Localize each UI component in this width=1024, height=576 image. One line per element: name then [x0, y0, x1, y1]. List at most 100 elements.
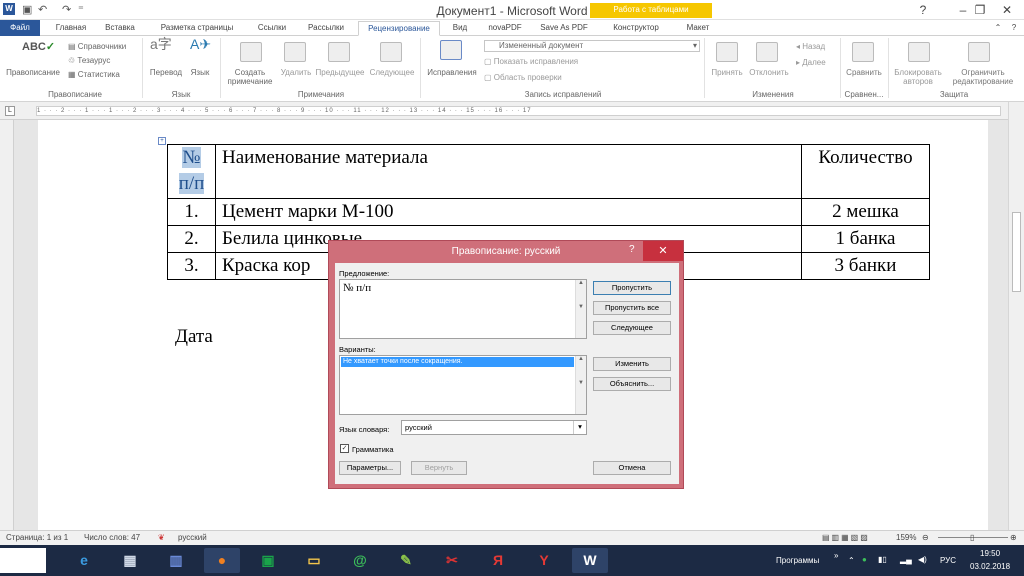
new-comment-button[interactable]: Создать примечание [226, 68, 274, 86]
store-icon[interactable]: ▣ [250, 548, 286, 573]
sentence-scrollbar[interactable]: ▲ ▼ [575, 280, 586, 338]
reject-button[interactable]: Отклонить [746, 68, 792, 77]
tab-mailings[interactable]: Рассылки [300, 21, 352, 36]
ie-icon[interactable]: e [66, 548, 102, 573]
row-num-cell[interactable]: 1. [167, 198, 216, 226]
tray-app-icon[interactable]: ● [862, 555, 867, 564]
yandex-browser-icon[interactable]: Y [526, 548, 562, 573]
dialog-help-icon[interactable]: ? [629, 244, 635, 255]
accept-button[interactable]: Принять [708, 68, 746, 77]
scroll-thumb[interactable] [1012, 212, 1021, 292]
page-count[interactable]: Страница: 1 из 1 [6, 533, 68, 542]
row-qty-cell[interactable]: 3 банки [801, 252, 930, 280]
next-comment-button[interactable]: Следующее [366, 68, 418, 77]
sentence-field[interactable]: № п/п ▲ ▼ [339, 279, 587, 339]
snipping-icon[interactable]: ✂ [434, 548, 470, 573]
network-icon[interactable]: ▮▯ [878, 555, 887, 564]
header-name-cell[interactable]: Наименование материала [215, 144, 802, 199]
change-button[interactable]: Изменить [593, 357, 671, 371]
row-num-cell[interactable]: 3. [167, 252, 216, 280]
variants-scrollbar[interactable]: ▲ ▼ [575, 356, 586, 414]
tab-saveaspdf[interactable]: Save As PDF [536, 21, 592, 36]
tab-constructor[interactable]: Конструктор [598, 21, 674, 36]
skip-all-button[interactable]: Пропустить все [593, 301, 671, 315]
tab-references[interactable]: Ссылки [250, 21, 294, 36]
stats-button[interactable]: ▦ Статистика [68, 70, 120, 79]
tab-layout[interactable]: Разметка страницы [152, 21, 242, 36]
firefox-icon[interactable]: ● [204, 548, 240, 573]
markup-select[interactable]: Измененный документ ▾ [484, 40, 700, 52]
yandex-icon[interactable]: Я [480, 548, 516, 573]
view-mode-icons[interactable]: ▤▥▦▧▨ [822, 533, 870, 542]
tab-home[interactable]: Главная [48, 21, 94, 36]
zoom-in-icon[interactable]: ⊕ [1010, 533, 1017, 542]
restrict-editing-button[interactable]: Ограничить редактирование [948, 68, 1018, 86]
row-name-cell[interactable]: Цемент марки М-100 [215, 198, 802, 226]
clock-date[interactable]: 03.02.2018 [970, 562, 1010, 571]
help-icon[interactable]: ? [908, 0, 938, 20]
volume-icon[interactable]: ◀) [918, 555, 927, 564]
tab-insert[interactable]: Вставка [98, 21, 142, 36]
review-pane-button[interactable]: ▢ Область проверки [484, 73, 562, 82]
research-button[interactable]: ▤ Справочники [68, 42, 126, 51]
track-changes-button[interactable]: Исправления [424, 68, 480, 77]
header-num-cell[interactable]: № п/п [167, 144, 216, 199]
thesaurus-button[interactable]: ♲ Тезаурус [68, 56, 110, 65]
tab-review[interactable]: Рецензирование [358, 21, 440, 36]
input-language[interactable]: РУС [940, 556, 956, 565]
signal-icon[interactable]: ▂▄ [900, 555, 912, 564]
chevron-down-icon[interactable]: ▾ [573, 421, 586, 434]
options-button[interactable]: Параметры... [339, 461, 401, 475]
notepad-icon[interactable]: ✎ [388, 548, 424, 573]
library-icon[interactable]: ▥ [158, 548, 194, 573]
grammar-checkbox[interactable]: ✓ [340, 444, 349, 453]
language-button[interactable]: Язык [186, 68, 214, 77]
collapse-ribbon-icon[interactable]: ⌃ [992, 21, 1004, 36]
compare-button[interactable]: Сравнить [842, 68, 886, 77]
next-sentence-button[interactable]: Следующее [593, 321, 671, 335]
programs-label[interactable]: Программы [776, 556, 819, 565]
spelling-button[interactable]: Правописание [2, 68, 64, 77]
undo-button[interactable]: Вернуть [411, 461, 467, 475]
zoom-slider-thumb[interactable]: ▯ [970, 533, 974, 542]
tab-novapdf[interactable]: novaPDF [480, 21, 530, 36]
close-button[interactable]: ✕ [990, 0, 1024, 20]
show-markup-button[interactable]: ▢ Показать исправления [484, 57, 578, 66]
explorer-icon[interactable]: ▭ [296, 548, 332, 573]
vertical-scrollbar[interactable] [1008, 102, 1024, 530]
expand-programs-icon[interactable]: » [834, 551, 838, 560]
delete-comment-button[interactable]: Удалить [278, 68, 314, 77]
zoom-level[interactable]: 159% [896, 533, 916, 542]
header-qty-cell[interactable]: Количество [801, 144, 930, 199]
next-change-button[interactable]: ▸ Далее [796, 58, 826, 67]
dialog-close-button[interactable]: ✕ [643, 241, 683, 261]
tab-selector-icon[interactable]: L [5, 106, 15, 116]
prev-comment-button[interactable]: Предыдущее [314, 68, 366, 77]
explain-button[interactable]: Объяснить... [593, 377, 671, 391]
row-qty-cell[interactable]: 1 банка [801, 225, 930, 253]
prev-change-button[interactable]: ◂ Назад [796, 42, 825, 51]
tab-file[interactable]: Файл [0, 20, 40, 36]
row-num-cell[interactable]: 2. [167, 225, 216, 253]
translate-button[interactable]: Перевод [146, 68, 186, 77]
skip-button[interactable]: Пропустить [593, 281, 671, 295]
zoom-out-icon[interactable]: ⊖ [922, 533, 929, 542]
tab-maket[interactable]: Макет [678, 21, 718, 36]
tray-up-icon[interactable]: ⌃ [848, 556, 855, 565]
table-move-handle-icon[interactable]: + [158, 137, 166, 145]
row-qty-cell[interactable]: 2 мешка [801, 198, 930, 226]
tab-view[interactable]: Вид [446, 21, 474, 36]
variant-item[interactable]: Не хватает точки после сокращения. [341, 357, 574, 367]
word-count[interactable]: Число слов: 47 [84, 533, 140, 542]
block-authors-button[interactable]: Блокировать авторов [890, 68, 946, 86]
word-taskbar-icon[interactable]: W [572, 548, 608, 573]
proofing-icon[interactable]: ❦ [158, 533, 165, 542]
calculator-icon[interactable]: ▦ [112, 548, 148, 573]
mail-icon[interactable]: @ [342, 548, 378, 573]
dict-language-select[interactable]: русский ▾ [401, 420, 587, 435]
clock-time[interactable]: 19:50 [980, 549, 1000, 558]
help-icon-small[interactable]: ? [1008, 21, 1020, 36]
cancel-button[interactable]: Отмена [593, 461, 671, 475]
start-button[interactable] [0, 548, 46, 573]
language-status[interactable]: русский [178, 533, 207, 542]
